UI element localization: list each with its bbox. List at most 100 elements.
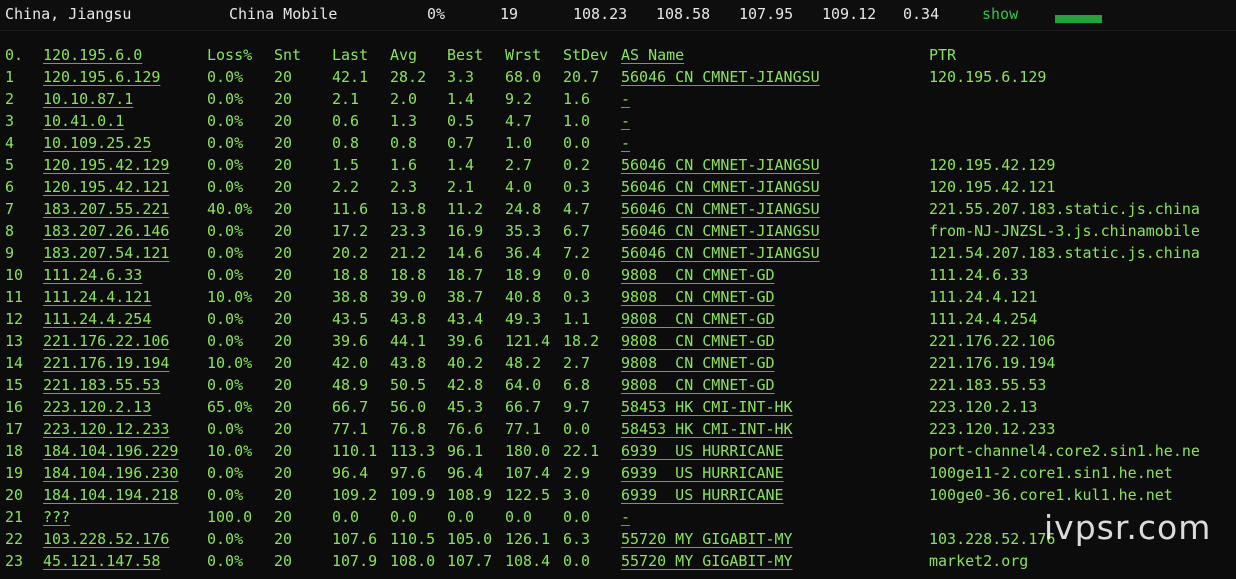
cell-host[interactable]: 221.176.19.194 xyxy=(43,352,169,374)
cell-sent: 20 xyxy=(274,354,293,372)
cell-as-name[interactable]: 56046 CN CMNET-JIANGSU xyxy=(621,176,820,198)
cell-host[interactable]: 184.104.196.229 xyxy=(43,440,178,462)
cell-best: 0.5 xyxy=(447,112,475,130)
cell-host[interactable]: 120.195.6.129 xyxy=(43,66,160,88)
cell-host[interactable]: 45.121.147.58 xyxy=(43,550,160,572)
cell-hop: 9 xyxy=(5,244,15,262)
cell-sent: 20 xyxy=(274,332,293,350)
cell-host[interactable]: 221.183.55.53 xyxy=(43,374,160,396)
table-row: 17 223.120.12.233 0.0% 20 77.1 76.8 76.6 77.1 0.… xyxy=(0,418,1236,440)
cell-host[interactable]: 111.24.6.33 xyxy=(43,264,142,286)
cell-ptr: 111.24.6.33 xyxy=(929,266,1029,284)
cell-host[interactable]: 111.24.4.121 xyxy=(43,286,151,308)
table-row: 8 183.207.26.146 0.0% 20 17.2 23.3 16.9 35.3 6.7… xyxy=(0,220,1236,242)
cell-host[interactable]: 120.195.42.121 xyxy=(43,176,169,198)
cell-as-name[interactable]: 56046 CN CMNET-JIANGSU xyxy=(621,242,820,264)
cell-best: 38.7 xyxy=(447,288,484,306)
cell-loss: 0.0% xyxy=(207,420,244,438)
cell-stdev: 6.3 xyxy=(563,530,591,548)
cell-stdev: 20.7 xyxy=(563,68,600,86)
cell-as-name[interactable]: 6939 US HURRICANE xyxy=(621,484,784,506)
cell-host[interactable]: 10.41.0.1 xyxy=(43,110,124,132)
cell-host[interactable]: 223.120.2.13 xyxy=(43,396,151,418)
cell-ptr: 223.120.12.233 xyxy=(929,420,1056,438)
cell-best: 42.8 xyxy=(447,376,484,394)
cell-sent: 20 xyxy=(274,420,293,438)
cell-host[interactable]: 184.104.196.230 xyxy=(43,462,178,484)
cell-loss: 40.0% xyxy=(207,200,253,218)
cell-as-name[interactable]: 56046 CN CMNET-JIANGSU xyxy=(621,66,820,88)
cell-last: 2.2 xyxy=(332,178,360,196)
cell-host[interactable]: 10.109.25.25 xyxy=(43,132,151,154)
cell-as-name[interactable]: - xyxy=(621,88,630,110)
cell-host[interactable]: 120.195.42.129 xyxy=(43,154,169,176)
cell-host[interactable]: 183.207.55.221 xyxy=(43,198,169,220)
cell-worst: 40.8 xyxy=(505,288,542,306)
cell-sent: 20 xyxy=(274,376,293,394)
cell-best: 108.9 xyxy=(447,486,493,504)
cell-sent: 20 xyxy=(274,310,293,328)
cell-last: 110.1 xyxy=(332,442,378,460)
cell-avg: 109.9 xyxy=(390,486,436,504)
cell-as-name[interactable]: 56046 CN CMNET-JIANGSU xyxy=(621,220,820,242)
cell-as-name[interactable]: 9808 CN CMNET-GD xyxy=(621,308,775,330)
cell-as-name[interactable]: 58453 HK CMI-INT-HK xyxy=(621,396,793,418)
cell-stdev: 1.1 xyxy=(563,310,591,328)
cell-host[interactable]: 111.24.4.254 xyxy=(43,308,151,330)
cell-loss: 0.0% xyxy=(207,68,244,86)
cell-stdev: 0.3 xyxy=(563,288,591,306)
cell-stdev: 0.0 xyxy=(563,552,591,570)
summary-best: 107.95 xyxy=(739,5,794,23)
cell-stdev: 7.2 xyxy=(563,244,591,262)
latency-sparkbar xyxy=(1055,15,1102,23)
cell-as-name[interactable]: - xyxy=(621,110,630,132)
table-header: 0. 120.195.6.0 Loss% Snt Last Avg Best Wrst StDe… xyxy=(0,44,1236,66)
cell-as-name[interactable]: 56046 CN CMNET-JIANGSU xyxy=(621,198,820,220)
cell-best: 39.6 xyxy=(447,332,484,350)
cell-stdev: 1.6 xyxy=(563,90,591,108)
cell-ptr: 100ge0-36.core1.kul1.he.net xyxy=(929,486,1173,504)
cell-as-name[interactable]: 9808 CN CMNET-GD xyxy=(621,264,775,286)
cell-avg: 43.8 xyxy=(390,310,427,328)
cell-sent: 20 xyxy=(274,552,293,570)
cell-worst: 108.4 xyxy=(505,552,551,570)
cell-as-name[interactable]: - xyxy=(621,132,630,154)
cell-ptr: 221.55.207.183.static.js.china xyxy=(929,200,1200,218)
table-row: 12 111.24.4.254 0.0% 20 43.5 43.8 43.4 49.3 1.1 9… xyxy=(0,308,1236,330)
cell-host[interactable]: 103.228.52.176 xyxy=(43,528,169,550)
cell-loss: 0.0% xyxy=(207,266,244,284)
cell-host[interactable]: ??? xyxy=(43,506,70,528)
cell-host[interactable]: 183.207.26.146 xyxy=(43,220,169,242)
cell-host[interactable]: 221.176.22.106 xyxy=(43,330,169,352)
cell-avg: 2.0 xyxy=(390,90,418,108)
cell-last: 20.2 xyxy=(332,244,369,262)
cell-worst: 1.0 xyxy=(505,134,533,152)
cell-stdev: 0.0 xyxy=(563,508,591,526)
cell-loss: 0.0% xyxy=(207,134,244,152)
cell-as-name[interactable]: 9808 CN CMNET-GD xyxy=(621,352,775,374)
cell-loss: 0.0% xyxy=(207,310,244,328)
cell-as-name[interactable]: 6939 US HURRICANE xyxy=(621,462,784,484)
cell-sent: 20 xyxy=(274,530,293,548)
cell-as-name[interactable]: 6939 US HURRICANE xyxy=(621,440,784,462)
show-link[interactable]: show xyxy=(982,5,1018,23)
cell-as-name[interactable]: 55720 MY GIGABIT-MY xyxy=(621,550,793,572)
cell-host[interactable]: 183.207.54.121 xyxy=(43,242,169,264)
cell-as-name[interactable]: 58453 HK CMI-INT-HK xyxy=(621,418,793,440)
cell-as-name[interactable]: 9808 CN CMNET-GD xyxy=(621,330,775,352)
cell-as-name[interactable]: 56046 CN CMNET-JIANGSU xyxy=(621,154,820,176)
cell-loss: 0.0% xyxy=(207,464,244,482)
table-row: 15 221.183.55.53 0.0% 20 48.9 50.5 42.8 64.0 6.8… xyxy=(0,374,1236,396)
cell-sent: 20 xyxy=(274,288,293,306)
cell-last: 1.5 xyxy=(332,156,360,174)
cell-as-name[interactable]: 55720 MY GIGABIT-MY xyxy=(621,528,793,550)
cell-as-name[interactable]: 9808 CN CMNET-GD xyxy=(621,374,775,396)
cell-host[interactable]: 223.120.12.233 xyxy=(43,418,169,440)
header-worst: Wrst xyxy=(505,46,542,64)
cell-host[interactable]: 10.10.87.1 xyxy=(43,88,133,110)
cell-as-name[interactable]: 9808 CN CMNET-GD xyxy=(621,286,775,308)
cell-avg: 1.6 xyxy=(390,156,418,174)
cell-as-name[interactable]: - xyxy=(621,506,630,528)
cell-host[interactable]: 184.104.194.218 xyxy=(43,484,178,506)
cell-best: 107.7 xyxy=(447,552,493,570)
